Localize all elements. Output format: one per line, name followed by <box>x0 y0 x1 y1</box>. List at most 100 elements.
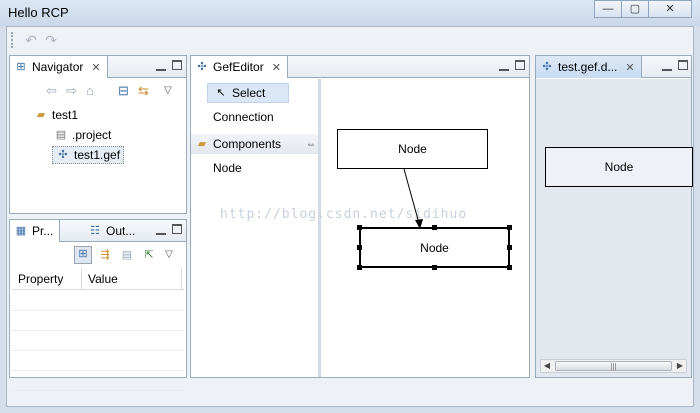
resize-handle[interactable] <box>432 225 437 230</box>
maximize-view-icon[interactable] <box>678 60 688 70</box>
toolbar-grip[interactable] <box>11 32 14 48</box>
maximize-view-icon[interactable] <box>172 224 182 234</box>
column-header[interactable]: Property <box>12 268 82 290</box>
tree-item[interactable]: ✣ test1.gef <box>52 146 125 164</box>
window-title: Hello RCP <box>8 5 69 20</box>
navigator-view: ⊞ Navigator ✕ ⇦ ⇨ ⌂ ⊟ ⇆ ▽ ▰ test1 ▤ .pro… <box>9 55 187 214</box>
scroll-left-icon[interactable]: ◀ <box>541 360 553 372</box>
table-row-divider <box>12 370 184 371</box>
file-icon: ▤ <box>55 129 67 141</box>
view-menu-icon[interactable]: ▽ <box>162 248 176 262</box>
palette: ↖ Select Connection ▰ Components ⇔ Node <box>191 79 321 377</box>
tree-item[interactable]: ▰ test1 <box>34 106 78 124</box>
palette-tool-label: Connection <box>213 110 274 124</box>
table-row-divider <box>12 330 184 331</box>
gef-file-icon: ✣ <box>58 149 68 161</box>
pin-icon[interactable]: ⇔ <box>306 139 316 150</box>
properties-icon: ▦ <box>15 225 27 237</box>
table-header: Property Value <box>12 268 184 290</box>
filter-icon[interactable]: ⇶ <box>98 248 112 262</box>
main-toolbar: ↶ ↷ <box>7 27 693 53</box>
table-row-divider <box>12 350 184 351</box>
outline-canvas[interactable]: Node ◀ ||| ▶ <box>536 79 693 377</box>
properties-tabbar: ▦ Pr... ☷ Out... <box>10 220 186 242</box>
tab-properties-label: Pr... <box>32 224 54 238</box>
forward-icon[interactable]: ⇨ <box>66 83 77 99</box>
maximize-button[interactable]: ▢ <box>621 0 649 18</box>
close-icon[interactable]: ✕ <box>91 61 100 74</box>
minimize-view-icon[interactable] <box>156 225 166 235</box>
tree-item[interactable]: ▤ .project <box>54 126 112 144</box>
redo-icon[interactable]: ↷ <box>43 32 59 48</box>
palette-tool-connection[interactable]: Connection <box>207 107 280 127</box>
properties-table[interactable]: Property Value <box>12 268 184 391</box>
resize-handle[interactable] <box>507 225 512 230</box>
column-header[interactable]: Value <box>82 268 182 290</box>
scroll-right-icon[interactable]: ▶ <box>674 360 686 372</box>
maximize-view-icon[interactable] <box>172 60 182 70</box>
resize-handle[interactable] <box>432 265 437 270</box>
tab-properties[interactable]: ▦ Pr... <box>10 220 61 242</box>
tab-gefeditor[interactable]: ✣ GefEditor ✕ <box>191 56 288 78</box>
advanced-icon[interactable]: ▤ <box>120 248 134 262</box>
diagram-node-selected[interactable]: Node <box>357 225 512 270</box>
workbench: ↶ ↷ ⊞ Navigator ✕ ⇦ ⇨ ⌂ ⊟ ⇆ ▽ ▰ test1 ▤ <box>6 26 694 407</box>
restore-default-icon[interactable]: ⇱ <box>142 248 156 262</box>
home-icon[interactable]: ⌂ <box>86 83 94 98</box>
tab-navigator-label: Navigator <box>32 60 84 74</box>
palette-tool-select[interactable]: ↖ Select <box>207 83 289 103</box>
minimize-view-icon[interactable] <box>156 61 166 71</box>
maximize-view-icon[interactable] <box>515 60 525 70</box>
palette-entry-label: Node <box>213 161 242 175</box>
tab-outline-gef[interactable]: ✣ test.gef.d... ✕ <box>536 56 642 78</box>
table-row-divider <box>12 310 184 311</box>
back-icon[interactable]: ⇦ <box>46 83 57 99</box>
collapse-all-icon[interactable]: ⊟ <box>118 83 129 99</box>
arrow-cursor-icon: ↖ <box>216 87 226 99</box>
resize-handle[interactable] <box>507 245 512 250</box>
close-button[interactable]: ✕ <box>648 0 692 18</box>
tab-outline[interactable]: ☷ Out... <box>84 220 141 242</box>
minimize-view-icon[interactable] <box>662 61 672 71</box>
categories-icon[interactable]: ⊞ <box>74 246 92 264</box>
resize-handle[interactable] <box>357 245 362 250</box>
palette-tool-label: Select <box>232 86 266 100</box>
connection-line[interactable] <box>403 168 421 228</box>
diagram-canvas[interactable]: http://blog.csdn.net/sidihuo Node Node <box>220 79 529 377</box>
gef-editor: ✣ GefEditor ✕ ↖ Select Connection ▰ Comp… <box>190 55 530 378</box>
table-row-divider <box>12 390 184 391</box>
resize-handle[interactable] <box>357 225 362 230</box>
node-label: Node <box>420 240 449 255</box>
link-with-editor-icon[interactable]: ⇆ <box>138 83 149 99</box>
resize-handle[interactable] <box>507 265 512 270</box>
palette-entry-node[interactable]: Node <box>207 158 248 178</box>
palette-drawer-components[interactable]: ▰ Components ⇔ <box>191 134 318 154</box>
properties-view: ▦ Pr... ☷ Out... ⊞ ⇶ ▤ ⇱ ▽ Property Valu… <box>9 219 187 391</box>
window-titlebar: Hello RCP — ▢ ✕ <box>0 0 700 26</box>
navigator-toolbar: ⇦ ⇨ ⌂ ⊟ ⇆ ▽ <box>10 79 186 101</box>
scrollbar-thumb[interactable]: ||| <box>555 361 672 371</box>
outline-tabbar: ✣ test.gef.d... ✕ <box>536 56 691 78</box>
diagram-node[interactable]: Node <box>337 129 488 169</box>
editor-tabbar: ✣ GefEditor ✕ <box>191 56 529 78</box>
outline-icon: ☷ <box>90 225 100 237</box>
minimize-button[interactable]: — <box>594 0 622 18</box>
horizontal-scrollbar[interactable]: ◀ ||| ▶ <box>540 359 687 373</box>
gef-file-icon: ✣ <box>197 61 207 73</box>
undo-icon[interactable]: ↶ <box>23 32 39 48</box>
close-icon[interactable]: ✕ <box>625 61 634 74</box>
tree-item-label: test1.gef <box>74 148 121 162</box>
view-menu-icon[interactable]: ▽ <box>164 85 172 96</box>
tab-navigator[interactable]: ⊞ Navigator ✕ <box>10 56 108 78</box>
tree-item-label: test1 <box>52 108 79 122</box>
tab-outline-gef-label: test.gef.d... <box>558 60 618 74</box>
node-label: Node <box>398 142 427 156</box>
tab-outline-label: Out... <box>106 224 136 238</box>
tab-gefeditor-label: GefEditor <box>213 60 264 74</box>
project-folder-icon: ▰ <box>36 109 46 121</box>
resize-handle[interactable] <box>357 265 362 270</box>
outline-view: ✣ test.gef.d... ✕ Node ◀ ||| ▶ <box>535 55 693 378</box>
outline-node[interactable]: Node <box>545 147 693 187</box>
close-icon[interactable]: ✕ <box>272 61 281 74</box>
minimize-view-icon[interactable] <box>499 61 509 71</box>
